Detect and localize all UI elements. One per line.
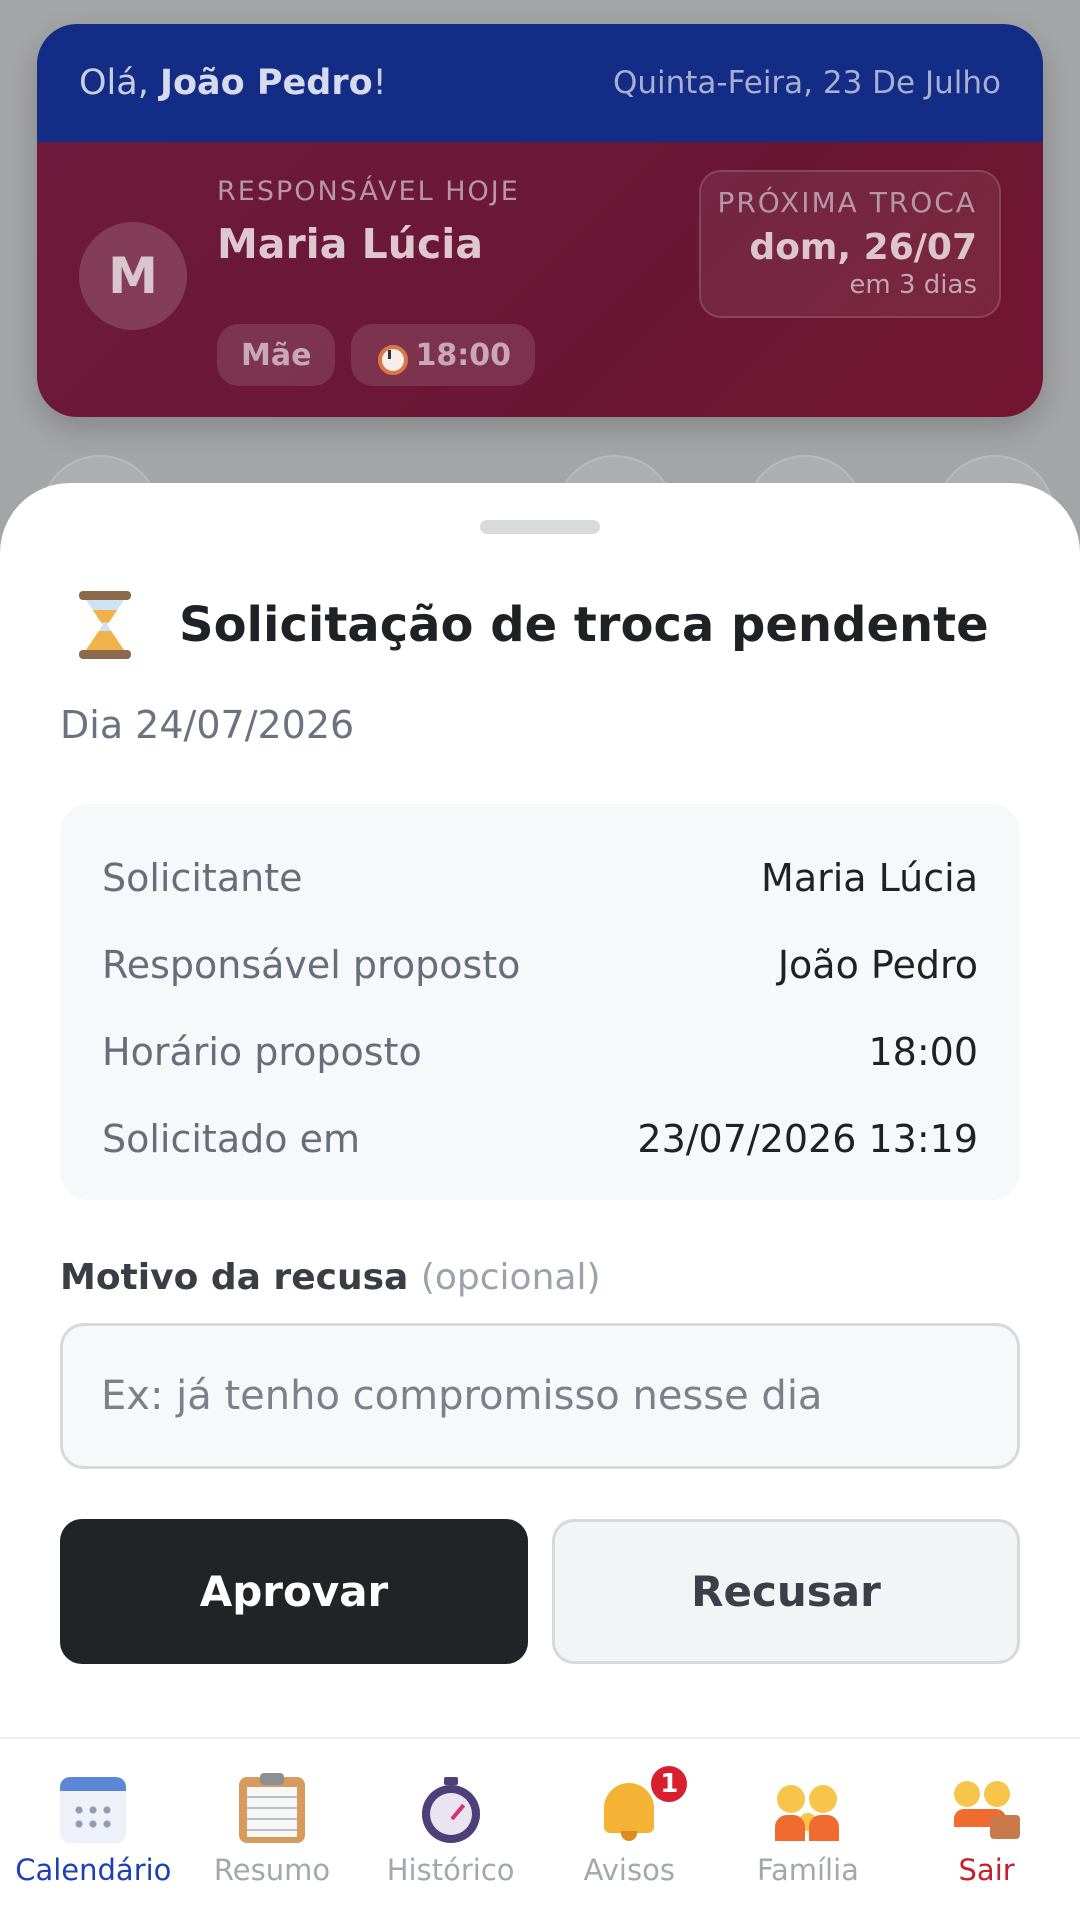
request-details-card: Solicitante Maria Lúcia Responsável prop… <box>60 804 1020 1200</box>
role-chip: Mãe <box>217 324 336 386</box>
next-swap-date: dom, 26/07 <box>749 227 977 268</box>
optional-hint: (opcional) <box>420 1257 601 1298</box>
nav-item-summary[interactable]: Resumo <box>184 1739 360 1920</box>
family-icon <box>774 1777 841 1843</box>
nav-label: Avisos <box>583 1853 675 1887</box>
responsible-label: RESPONSÁVEL HOJE <box>217 176 520 207</box>
exit-icon <box>953 1777 1020 1843</box>
next-swap-box: PRÓXIMA TROCA dom, 26/07 em 3 dias <box>699 170 1001 318</box>
detail-value: João Pedro <box>777 942 978 987</box>
detail-row: Solicitado em 23/07/2026 13:19 <box>102 1095 978 1182</box>
greeting-name: João Pedro <box>159 63 373 103</box>
sheet-subtitle: Dia 24/07/2026 <box>60 703 355 747</box>
notification-badge: 1 <box>648 1763 691 1805</box>
avatar: M <box>79 222 187 330</box>
header-card: Olá, João Pedro! Quinta-Feira, 23 De Jul… <box>37 24 1043 417</box>
current-date: Quinta-Feira, 23 De Julho <box>612 65 1001 101</box>
reject-button[interactable]: Recusar <box>552 1519 1020 1664</box>
detail-row: Responsável proposto João Pedro <box>102 921 978 1008</box>
nav-item-calendar[interactable]: Calendário <box>5 1739 181 1920</box>
time-chip: 18:00 <box>351 324 535 386</box>
detail-row: Solicitante Maria Lúcia <box>102 834 978 921</box>
responsible-chips: Mãe 18:00 <box>217 324 535 386</box>
stopwatch-icon <box>418 1777 484 1843</box>
nav-item-history[interactable]: Histórico <box>363 1739 539 1920</box>
nav-label: Histórico <box>386 1853 515 1887</box>
detail-row: Horário proposto 18:00 <box>102 1008 978 1095</box>
swap-request-sheet: Solicitação de troca pendente Dia 24/07/… <box>0 483 1080 1737</box>
reason-input[interactable] <box>60 1323 1020 1469</box>
nav-item-family[interactable]: Família <box>720 1739 896 1920</box>
calendar-icon <box>60 1777 127 1843</box>
nav-label: Família <box>756 1853 859 1887</box>
detail-key: Solicitante <box>102 855 303 900</box>
sheet-title-row: Solicitação de troca pendente <box>77 591 989 659</box>
detail-value: 18:00 <box>868 1029 978 1074</box>
hourglass-icon <box>77 591 133 659</box>
greeting: Olá, João Pedro! <box>79 63 387 103</box>
approve-button[interactable]: Aprovar <box>60 1519 528 1664</box>
nav-label: Resumo <box>213 1853 331 1887</box>
header-top-bar: Olá, João Pedro! Quinta-Feira, 23 De Jul… <box>37 24 1043 142</box>
detail-value: 23/07/2026 13:19 <box>637 1116 978 1161</box>
nav-label: Sair <box>958 1853 1015 1887</box>
sheet-drag-handle[interactable] <box>480 520 600 534</box>
detail-value: Maria Lúcia <box>761 855 978 900</box>
nav-item-exit[interactable]: Sair <box>899 1739 1075 1920</box>
next-swap-days: em 3 dias <box>849 270 977 300</box>
sheet-title: Solicitação de troca pendente <box>179 597 989 653</box>
clipboard-icon <box>238 1773 305 1843</box>
detail-key: Responsável proposto <box>102 942 521 987</box>
next-swap-label: PRÓXIMA TROCA <box>717 186 977 219</box>
responsible-panel: M RESPONSÁVEL HOJE Maria Lúcia Mãe 18:00… <box>37 142 1043 417</box>
detail-key: Horário proposto <box>102 1029 422 1074</box>
detail-key: Solicitado em <box>102 1116 360 1161</box>
bottom-navigation: Calendário Resumo Histórico 1 Avisos Fam… <box>0 1737 1080 1920</box>
responsible-name: Maria Lúcia <box>217 220 484 268</box>
nav-label: Calendário <box>15 1853 172 1887</box>
nav-item-notices[interactable]: 1 Avisos <box>541 1739 717 1920</box>
reason-label: Motivo da recusa (opcional) <box>60 1257 601 1298</box>
alarm-clock-icon <box>375 340 409 375</box>
